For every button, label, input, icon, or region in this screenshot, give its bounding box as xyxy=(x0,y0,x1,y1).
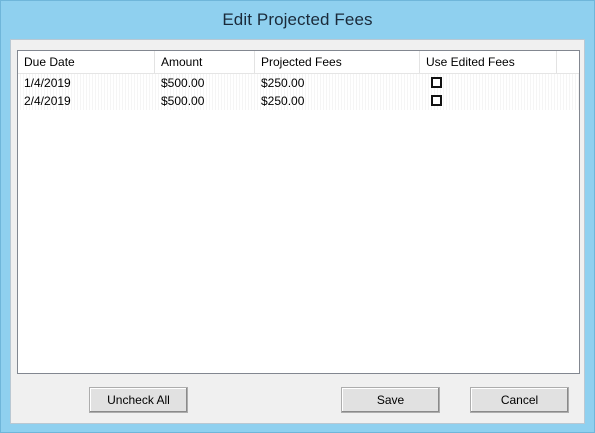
fees-list-view[interactable]: Due Date Amount Projected Fees Use Edite… xyxy=(17,50,580,374)
table-row[interactable]: 2/4/2019 $500.00 $250.00 xyxy=(18,92,579,110)
save-button[interactable]: Save xyxy=(341,387,440,413)
cell-projected-fees: $250.00 xyxy=(261,94,305,108)
column-header-filler xyxy=(557,51,579,73)
column-header-amount[interactable]: Amount xyxy=(155,51,255,73)
column-header-use-edited-fees[interactable]: Use Edited Fees xyxy=(420,51,557,73)
cancel-button[interactable]: Cancel xyxy=(470,387,569,413)
list-rows: 1/4/2019 $500.00 $250.00 2/4/2019 $500.0… xyxy=(18,74,579,110)
use-edited-fees-checkbox[interactable] xyxy=(431,77,442,88)
column-header-due-date[interactable]: Due Date xyxy=(18,51,155,73)
uncheck-all-button[interactable]: Uncheck All xyxy=(89,387,188,413)
cell-amount: $500.00 xyxy=(161,76,205,90)
cell-use-edited-fees xyxy=(420,92,557,110)
column-header-projected-fees[interactable]: Projected Fees xyxy=(255,51,420,73)
cell-due-date: 1/4/2019 xyxy=(24,76,71,90)
use-edited-fees-checkbox[interactable] xyxy=(431,95,442,106)
cell-use-edited-fees xyxy=(420,74,557,92)
list-header: Due Date Amount Projected Fees Use Edite… xyxy=(18,51,579,74)
dialog-client-area: Due Date Amount Projected Fees Use Edite… xyxy=(10,39,585,424)
table-row[interactable]: 1/4/2019 $500.00 $250.00 xyxy=(18,74,579,92)
cell-due-date: 2/4/2019 xyxy=(24,94,71,108)
edit-projected-fees-dialog: Edit Projected Fees Due Date Amount Proj… xyxy=(0,0,595,433)
window-title: Edit Projected Fees xyxy=(222,10,373,29)
cell-projected-fees: $250.00 xyxy=(261,76,305,90)
cell-amount: $500.00 xyxy=(161,94,205,108)
